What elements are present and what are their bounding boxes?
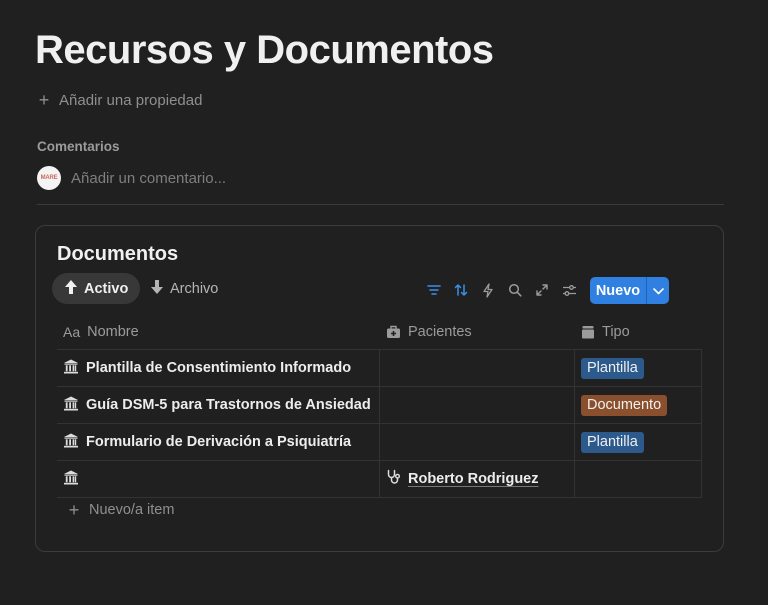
- document-name: Formulario de Derivación a Psiquiatría: [86, 434, 352, 450]
- institution-icon: [63, 470, 79, 489]
- tipo-cell[interactable]: [575, 461, 702, 497]
- view-tab-archivo[interactable]: Archivo: [138, 273, 230, 304]
- view-tab-activo[interactable]: Activo: [52, 273, 141, 304]
- column-label: Nombre: [87, 324, 139, 340]
- column-header-pacientes[interactable]: Pacientes: [380, 315, 575, 349]
- patient-link[interactable]: Roberto Rodriguez: [386, 469, 539, 489]
- page-title[interactable]: Recursos y Documentos: [35, 28, 494, 73]
- new-button[interactable]: Nuevo: [590, 277, 646, 304]
- name-cell[interactable]: Formulario de Derivación a Psiquiatría: [57, 424, 380, 460]
- view-tab-label: Activo: [84, 280, 129, 297]
- column-label: Pacientes: [408, 324, 472, 340]
- patient-cell[interactable]: [380, 424, 575, 460]
- table-header: Aa Nombre Pacientes Tipo: [57, 315, 702, 350]
- tipo-tag: Plantilla: [581, 431, 644, 453]
- new-item-label: Nuevo/a item: [89, 502, 175, 518]
- divider: [37, 204, 724, 205]
- medkit-icon: [386, 325, 401, 339]
- plus-icon: +: [38, 90, 50, 110]
- avatar: MARE: [37, 166, 61, 190]
- institution-icon: [63, 359, 79, 378]
- tipo-cell[interactable]: Documento: [575, 387, 702, 423]
- text-property-icon: Aa: [63, 324, 81, 340]
- new-button-dropdown[interactable]: [647, 277, 669, 304]
- institution-icon: [63, 396, 79, 415]
- patient-cell[interactable]: [380, 387, 575, 423]
- table-row[interactable]: Guía DSM-5 para Trastornos de Ansiedad D…: [57, 387, 702, 424]
- table-row[interactable]: Formulario de Derivación a Psiquiatría P…: [57, 424, 702, 461]
- view-tab-label: Archivo: [170, 280, 219, 297]
- database-table: Aa Nombre Pacientes Tipo Plantilla de Co…: [57, 315, 702, 498]
- arrow-up-icon: [64, 279, 78, 299]
- arrow-down-icon: [150, 279, 164, 299]
- name-cell[interactable]: Plantilla de Consentimiento Informado: [57, 350, 380, 386]
- archive-icon: [581, 325, 595, 339]
- tipo-cell[interactable]: Plantilla: [575, 350, 702, 386]
- column-header-nombre[interactable]: Aa Nombre: [57, 315, 380, 349]
- patient-name: Roberto Rodriguez: [408, 471, 539, 487]
- chevron-down-icon: [652, 282, 664, 300]
- comments-label: Comentarios: [37, 139, 120, 154]
- patient-cell[interactable]: Roberto Rodriguez: [380, 461, 575, 497]
- sort-icon[interactable]: [451, 280, 471, 300]
- tipo-tag: Documento: [581, 394, 668, 416]
- expand-icon[interactable]: [532, 280, 552, 300]
- add-property-button[interactable]: + Añadir una propiedad: [37, 90, 203, 110]
- institution-icon: [63, 433, 79, 452]
- tipo-tag: Plantilla: [581, 357, 644, 379]
- toolbar: [424, 277, 579, 303]
- comment-row: MARE: [37, 166, 371, 190]
- document-name: Guía DSM-5 para Trastornos de Ansiedad: [86, 397, 371, 413]
- document-name: Plantilla de Consentimiento Informado: [86, 360, 352, 376]
- new-button-group: Nuevo: [590, 277, 669, 304]
- filter-icon[interactable]: [424, 280, 444, 300]
- column-header-tipo[interactable]: Tipo: [575, 315, 702, 349]
- plus-icon: +: [68, 500, 80, 520]
- patient-cell[interactable]: [380, 350, 575, 386]
- automation-icon[interactable]: [478, 280, 498, 300]
- tipo-cell[interactable]: Plantilla: [575, 424, 702, 460]
- new-item-button[interactable]: + Nuevo/a item: [67, 500, 175, 520]
- stethoscope-icon: [386, 469, 402, 489]
- table-row[interactable]: Roberto Rodriguez: [57, 461, 702, 498]
- database-title[interactable]: Documentos: [57, 243, 178, 266]
- name-cell[interactable]: Guía DSM-5 para Trastornos de Ansiedad: [57, 387, 380, 423]
- name-cell[interactable]: [57, 461, 380, 497]
- search-icon[interactable]: [505, 280, 525, 300]
- settings-icon[interactable]: [559, 280, 579, 300]
- table-row[interactable]: Plantilla de Consentimiento Informado Pl…: [57, 350, 702, 387]
- column-label: Tipo: [602, 324, 630, 340]
- comment-input[interactable]: [71, 169, 371, 187]
- add-property-label: Añadir una propiedad: [59, 91, 203, 109]
- database-panel: Documentos Activo Archivo Nuevo Aa Nombr…: [35, 225, 724, 552]
